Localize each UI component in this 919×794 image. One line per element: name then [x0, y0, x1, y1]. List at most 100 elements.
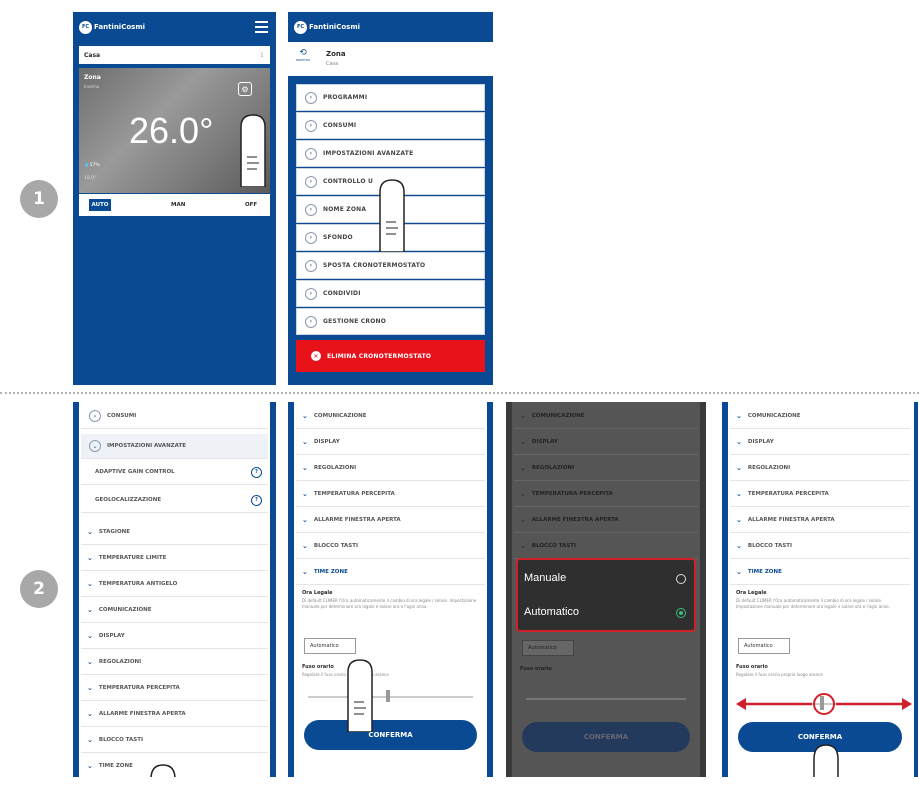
- chevron-icon: ›: [305, 119, 317, 132]
- item-blocco-tasti[interactable]: ⌄ BLOCCO TASTI: [296, 534, 485, 559]
- chevron-icon: ›: [305, 175, 317, 188]
- zone-label: Zona: [84, 74, 101, 81]
- item-blocco-tasti: ⌄ BLOCCO TASTI: [514, 534, 698, 559]
- brand-logo: FC FantiniCosmi: [294, 20, 360, 34]
- screen-home: FC FantiniCosmi Casa ⋮ Zona Inverno ⚙ 26.…: [73, 12, 276, 385]
- screen-zone-menu: FC FantiniCosmi ⟲ INDIETRO Zona Casa › PROG…: [288, 12, 493, 385]
- chevron-icon: ›: [305, 91, 317, 104]
- house-label: Casa: [84, 51, 101, 59]
- back-button[interactable]: ⟲ INDIETRO: [294, 48, 312, 70]
- item-allarme-finestra[interactable]: ⌄ ALLARME FINESTRA APERTA: [730, 508, 910, 533]
- settings-gear-icon[interactable]: ⚙: [238, 82, 252, 96]
- item-temperatura-percepita: ⌄ TEMPERATURA PERCEPITA: [514, 482, 698, 507]
- item-display: ⌄ DISPLAY: [514, 430, 698, 455]
- radio-automatico-selected[interactable]: [676, 608, 686, 618]
- item-allarme-finestra: ⌄ ALLARME FINESTRA APERTA: [514, 508, 698, 533]
- item-temperatura-percepita[interactable]: ⌄ TEMPERATURA PERCEPITA: [296, 482, 485, 507]
- app-header: FC FantiniCosmi: [73, 12, 276, 42]
- screen-time-zone: ⌄ COMUNICAZIONE ⌄ DISPLAY ⌄ REGOLAZIONI ⌄ TE…: [288, 402, 493, 777]
- menu-item-programmi[interactable]: › PROGRAMMI: [296, 84, 485, 111]
- section-divider: [0, 392, 919, 394]
- option-automatico[interactable]: Automatico: [524, 606, 579, 618]
- more-icon[interactable]: ⋮: [259, 52, 265, 59]
- drag-arrows-icon: [736, 693, 912, 715]
- item-blocco-tasti[interactable]: ⌄ BLOCCO TASTI: [81, 728, 268, 753]
- info-icon[interactable]: ?: [251, 494, 262, 506]
- item-stagione[interactable]: ⌄ STAGIONE: [81, 520, 268, 545]
- item-time-zone[interactable]: ⌄ TIME ZONE: [296, 560, 485, 585]
- timezone-slider[interactable]: [308, 696, 473, 698]
- fuso-orario-text: Regolare il fuso orario proprio luogo ar…: [302, 672, 389, 677]
- ora-legale-text: Di default CLIMER l'Ora automaticamente …: [302, 598, 477, 609]
- house-selector[interactable]: Casa ⋮: [79, 46, 270, 64]
- ora-legale-text: Di default CLIMER l'Ora automaticamente …: [736, 598, 890, 609]
- item-regolazioni[interactable]: ⌄ REGOLAZIONI: [730, 456, 910, 481]
- option-manuale[interactable]: Manuale: [524, 572, 566, 584]
- item-time-zone[interactable]: ⌄ TIME ZONE: [730, 560, 910, 585]
- item-blocco-tasti[interactable]: ⌄ BLOCCO TASTI: [730, 534, 910, 559]
- finger-tap-icon: [347, 659, 373, 732]
- chevron-icon: ›: [305, 231, 317, 244]
- chevron-icon: ›: [305, 147, 317, 160]
- mode-man-button[interactable]: MAN: [171, 202, 185, 208]
- item-regolazioni[interactable]: ⌄ REGOLAZIONI: [81, 650, 268, 675]
- finger-tap-icon: [379, 179, 405, 252]
- menu-item-condividi[interactable]: › CONDIVIDI: [296, 280, 485, 307]
- item-display[interactable]: ⌄ DISPLAY: [296, 430, 485, 455]
- zone-season: Inverno: [84, 84, 100, 89]
- fuso-orario-label: Fuso orario: [302, 664, 334, 670]
- confirm-button[interactable]: CONFERMA: [304, 720, 477, 750]
- menu-item-gestione-crono[interactable]: › GESTIONE CRONO: [296, 308, 485, 335]
- menu-item-consumi[interactable]: › CONSUMI: [296, 112, 485, 139]
- ora-legale-select[interactable]: Automatico: [738, 638, 790, 654]
- item-comunicazione[interactable]: ⌄ COMUNICAZIONE: [730, 404, 910, 429]
- item-temperatura-percepita[interactable]: ⌄ TEMPERATURA PERCEPITA: [730, 482, 910, 507]
- app-header: FC FantiniCosmi: [288, 12, 493, 42]
- ora-legale-label: Ora Legale: [736, 590, 767, 596]
- slider-handle[interactable]: [386, 690, 390, 702]
- item-allarme-finestra[interactable]: ⌄ ALLARME FINESTRA APERTA: [296, 508, 485, 533]
- item-temperatura-percepita[interactable]: ⌄ TEMPERATURA PERCEPITA: [81, 676, 268, 701]
- zone-header: ⟲ INDIETRO Zona Casa: [288, 42, 493, 76]
- item-impostazioni-avanzate[interactable]: ⌄ IMPOSTAZIONI AVANZATE: [81, 434, 268, 459]
- mode-off-button[interactable]: OFF: [245, 202, 257, 208]
- mode-bar: AUTO MAN OFF: [79, 194, 270, 216]
- humidity-value: 💧57%: [84, 163, 100, 168]
- hamburger-menu-icon[interactable]: [255, 21, 268, 33]
- fuso-orario-label: Fuso orario: [520, 666, 552, 672]
- finger-tap-icon: [150, 764, 176, 777]
- item-temperatura-antigelo[interactable]: ⌄ TEMPERATURA ANTIGELO: [81, 572, 268, 597]
- zone-subtitle: Casa: [326, 61, 339, 67]
- finger-tap-icon: [240, 114, 266, 187]
- brand-logo: FC FantiniCosmi: [79, 20, 145, 34]
- info-icon[interactable]: ?: [251, 466, 262, 478]
- chevron-icon: ⌄: [89, 440, 101, 452]
- item-display[interactable]: ⌄ DISPLAY: [730, 430, 910, 455]
- screen-time-zone-dropdown: ⌄ COMUNICAZIONE ⌄ DISPLAY ⌄ REGOLAZIONI ⌄ TE…: [506, 402, 706, 777]
- item-comunicazione[interactable]: ⌄ COMUNICAZIONE: [296, 404, 485, 429]
- options-dialog: Manuale Automatico: [516, 558, 696, 632]
- ora-legale-label: Ora Legale: [302, 590, 333, 596]
- chevron-icon: ›: [305, 203, 317, 216]
- screen-time-zone-slider: ⌄ COMUNICAZIONE ⌄ DISPLAY ⌄ REGOLAZIONI ⌄ TE…: [722, 402, 918, 777]
- menu-item-sposta[interactable]: › SPOSTA CRONOTERMOSTATO: [296, 252, 485, 279]
- item-display[interactable]: ⌄ DISPLAY: [81, 624, 268, 649]
- item-geolocalizzazione[interactable]: GEOLOCALIZZAZIONE?: [81, 488, 268, 513]
- step-2-badge: 2: [20, 570, 58, 608]
- item-regolazioni: ⌄ REGOLAZIONI: [514, 456, 698, 481]
- item-regolazioni[interactable]: ⌄ REGOLAZIONI: [296, 456, 485, 481]
- item-allarme-finestra[interactable]: ⌄ ALLARME FINESTRA APERTA: [81, 702, 268, 727]
- timezone-slider: [526, 698, 686, 700]
- confirm-button: CONFERMA: [522, 722, 690, 752]
- item-consumi[interactable]: › CONSUMI: [81, 404, 268, 429]
- item-temperature-limite[interactable]: ⌄ TEMPERATURE LIMITE: [81, 546, 268, 571]
- item-adaptive-gain[interactable]: ADAPTIVE GAIN CONTROL?: [81, 460, 268, 485]
- fuso-orario-label: Fuso orario: [736, 664, 768, 670]
- delete-thermostat-button[interactable]: ✕ ELIMINA CRONOTERMOSTATO: [296, 340, 485, 372]
- item-comunicazione[interactable]: ⌄ COMUNICAZIONE: [81, 598, 268, 623]
- mode-auto-button[interactable]: AUTO: [89, 199, 111, 211]
- radio-manuale[interactable]: [676, 574, 686, 584]
- chevron-icon: ›: [305, 287, 317, 300]
- close-icon: ✕: [311, 351, 321, 361]
- current-temperature: 26.0°: [129, 110, 214, 151]
